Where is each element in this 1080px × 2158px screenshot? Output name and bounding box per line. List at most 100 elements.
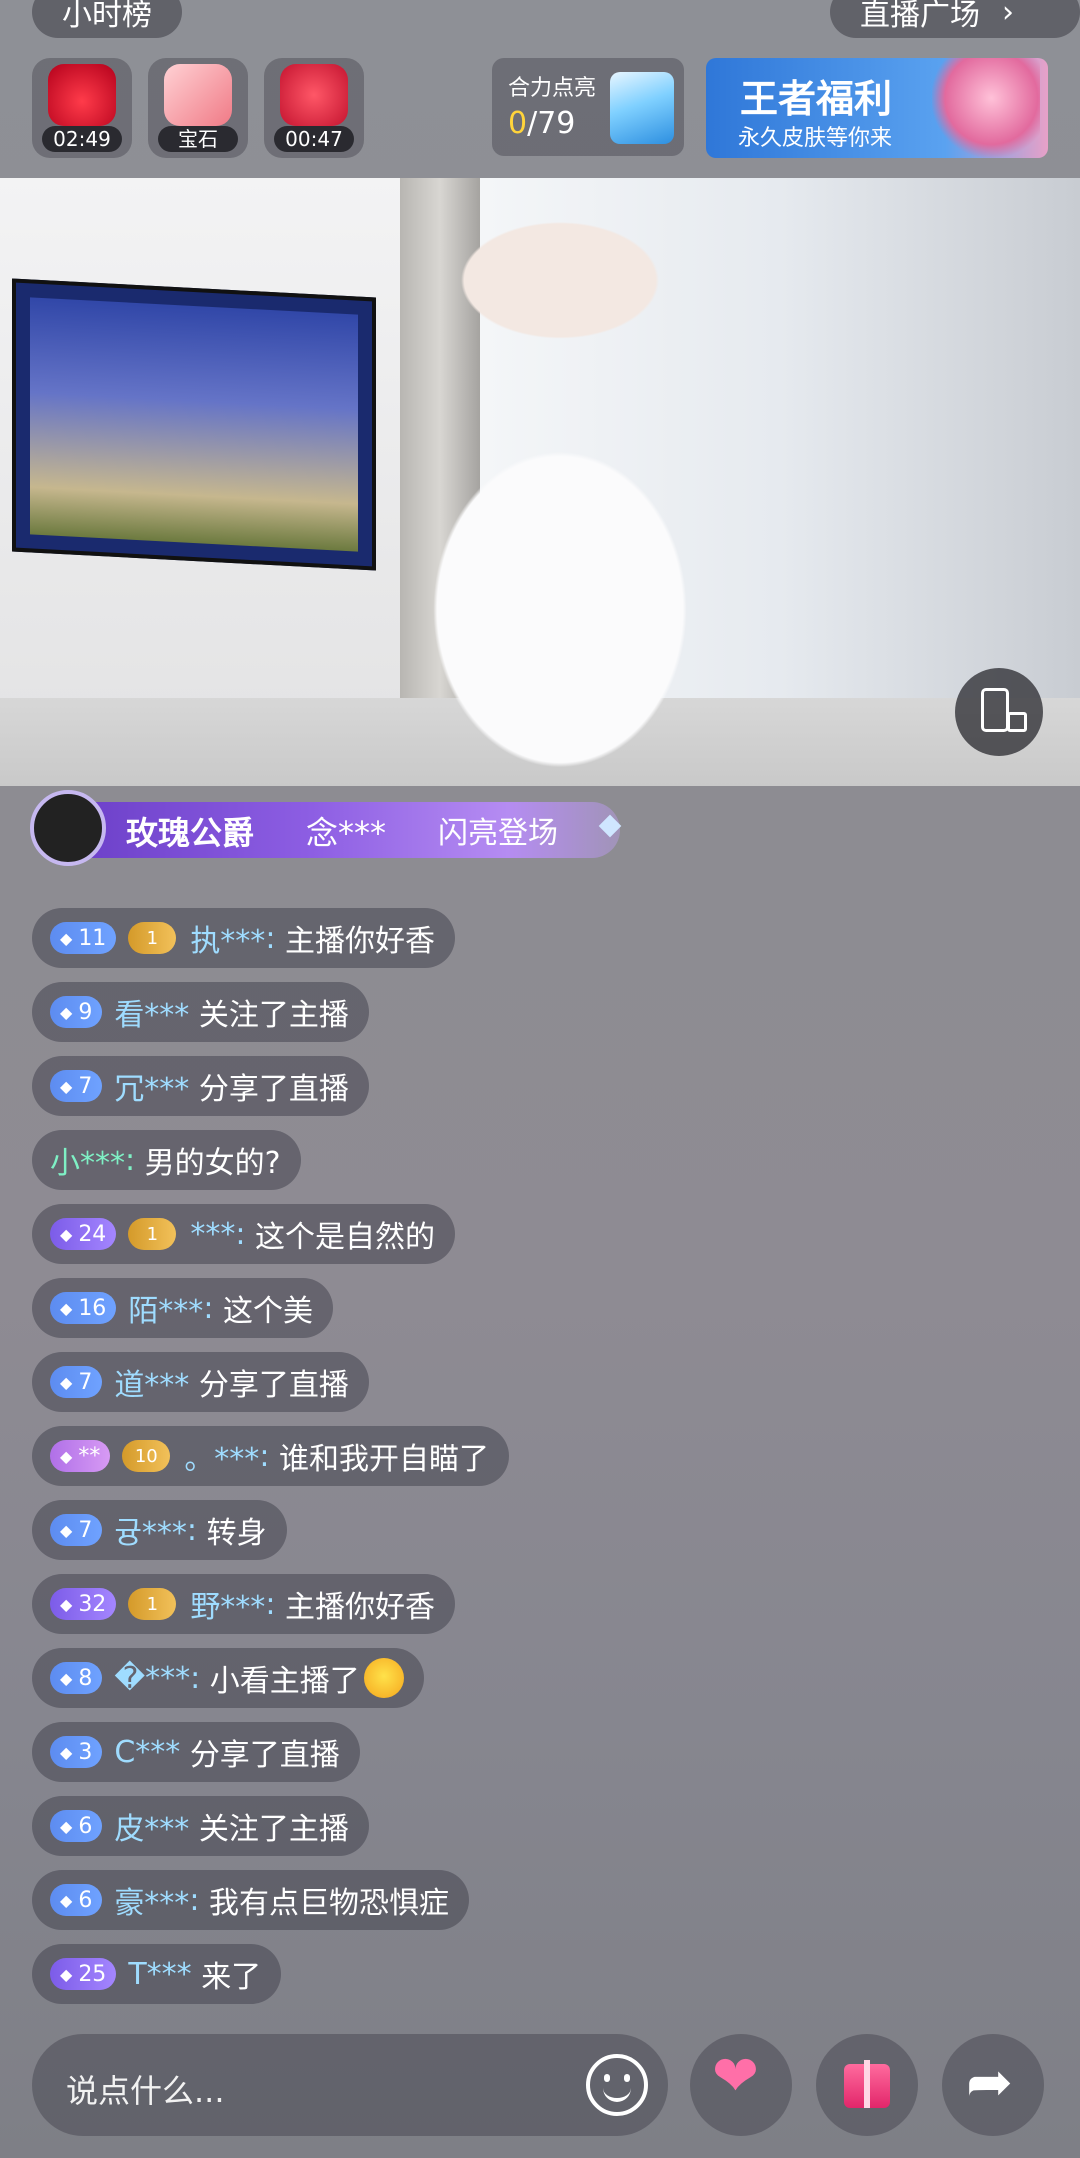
user-level-badge: ◆ 25 [50, 1958, 117, 1990]
red-lucky-bag-icon [48, 64, 116, 126]
chat-text: 小看主播了 [209, 1664, 360, 1699]
diamond-icon: ◆ [60, 1594, 73, 1614]
red-envelope-timer: 00:47 [274, 126, 354, 152]
user-level-badge: ◆ 7 [50, 1366, 103, 1398]
live-plaza-button[interactable]: 直播广场 › [830, 0, 1080, 38]
live-video-stream[interactable] [0, 178, 1080, 786]
hourly-rank-button[interactable]: 小时榜 [32, 0, 182, 38]
level-number: 16 [78, 1295, 107, 1321]
chat-text: 分享了直播 [198, 1072, 349, 1107]
user-level-badge: ◆ ** [50, 1440, 111, 1472]
chat-message[interactable]: ◆ 11 1 执***: 主播你好香 [32, 908, 455, 968]
level-number: 32 [78, 1591, 107, 1617]
level-number: 24 [78, 1221, 107, 1247]
chat-username[interactable]: 野*** [190, 1582, 265, 1626]
game-character-art [932, 58, 1040, 158]
chat-message[interactable]: ◆ 9 看*** 关注了主播 [32, 982, 369, 1042]
diamond-icon: ◆ [60, 1668, 73, 1688]
laughing-crying-emoji-icon [363, 1658, 404, 1698]
screen-rotate-icon[interactable] [955, 668, 1043, 756]
diamond-icon: ◆ [60, 1224, 73, 1244]
chat-message[interactable]: ◆ 32 1 野***: 主播你好香 [32, 1574, 455, 1634]
unite-current: 0 [508, 106, 528, 141]
chat-message[interactable]: ◆ 24 1 ***: 这个是自然的 [32, 1204, 455, 1264]
chat-message[interactable]: ◆ 7 道*** 分享了直播 [32, 1352, 369, 1412]
chat-username[interactable]: 귱*** [114, 1508, 187, 1552]
chat-separator: : [259, 1438, 279, 1474]
like-heart-button[interactable] [690, 2034, 792, 2136]
chat-username[interactable]: 豪*** [114, 1878, 189, 1922]
user-level-badge: ◆ 9 [50, 996, 103, 1028]
chat-text: 我有点巨物恐惧症 [208, 1886, 449, 1921]
entry-username[interactable]: 念*** [306, 808, 386, 854]
chat-separator: : [186, 1512, 207, 1548]
diamond-icon: ◆ [60, 1446, 73, 1466]
user-level-badge: ◆ 3 [50, 1736, 103, 1768]
emoji-smile-icon[interactable] [586, 2054, 648, 2116]
chat-username[interactable]: 。*** [184, 1434, 259, 1478]
user-level-badge: ◆ 7 [50, 1070, 103, 1102]
chat-message[interactable]: ◆ 6 皮*** 关注了主播 [32, 1796, 369, 1856]
chat-username[interactable]: 小*** [50, 1138, 125, 1182]
chat-separator: : [265, 920, 285, 956]
chat-separator: : [189, 1882, 209, 1918]
unite-progress: 0/79 [508, 106, 575, 141]
user-level-badge: ◆ 24 [50, 1218, 117, 1250]
chat-separator [189, 1069, 199, 1104]
chat-message[interactable]: ◆ 6 豪***: 我有点巨物恐惧症 [32, 1870, 469, 1930]
chat-message[interactable]: ◆ 16 陌***: 这个美 [32, 1278, 333, 1338]
fan-club-badge: 10 [122, 1440, 171, 1472]
gem-box[interactable]: 宝石 [148, 58, 248, 158]
lucky-bag-timer: 02:49 [42, 126, 122, 152]
chat-separator [189, 1809, 199, 1844]
gift-button[interactable] [816, 2034, 918, 2136]
comment-placeholder: 说点什么... [66, 2072, 225, 2110]
chat-username[interactable]: 皮*** [114, 1804, 189, 1848]
gem-label: 宝石 [158, 126, 238, 152]
user-level-badge: ◆ 6 [50, 1884, 103, 1916]
chat-username[interactable]: T*** [128, 1957, 191, 1992]
chat-message[interactable]: ◆ 3 C*** 分享了直播 [32, 1722, 360, 1782]
chat-separator [189, 1365, 199, 1400]
level-number: 9 [78, 999, 93, 1025]
diamond-icon: ◆ [60, 1742, 73, 1762]
chat-separator: : [235, 1216, 255, 1252]
share-button[interactable] [942, 2034, 1044, 2136]
unite-lightup-widget[interactable]: 合力点亮 0/79 [492, 58, 684, 156]
fan-club-badge: 1 [128, 1588, 177, 1620]
comment-input[interactable]: 说点什么... [32, 2034, 668, 2136]
red-envelope-box[interactable]: 00:47 [264, 58, 364, 158]
diamond-icon: ◆ [60, 1520, 73, 1540]
chat-text: 分享了直播 [198, 1368, 349, 1403]
chat-username[interactable]: 执*** [190, 916, 265, 960]
chat-username[interactable]: 道*** [114, 1360, 189, 1404]
chat-text: 谁和我开自瞄了 [278, 1442, 489, 1477]
diamond-icon: ◆ [60, 1076, 73, 1096]
diamond-icon: ◆ [60, 1298, 73, 1318]
king-welfare-banner[interactable]: 王者福利 永久皮肤等你来 [706, 58, 1048, 158]
user-level-badge: ◆ 7 [50, 1514, 103, 1546]
chat-text: 主播你好香 [284, 1590, 435, 1625]
chat-text: 主播你好香 [284, 924, 435, 959]
chat-message[interactable]: 小***: 男的女的? [32, 1130, 301, 1190]
chat-list[interactable]: ◆ 11 1 执***: 主播你好香 ◆ 9 看*** 关注了主播 ◆ 7 冗*** 分享了直播小… [32, 908, 752, 2018]
chat-text: 男的女的? [144, 1146, 281, 1181]
level-number: 25 [78, 1961, 107, 1987]
chat-username[interactable]: *** [190, 1217, 235, 1252]
chat-separator [180, 1735, 190, 1770]
chat-message[interactable]: ◆ 8 �***: 小看主播了 [32, 1648, 424, 1708]
chat-text: 来了 [201, 1960, 262, 1995]
chat-username[interactable]: 冗*** [114, 1064, 189, 1108]
chat-username[interactable]: 看*** [114, 990, 189, 1034]
chat-text: 这个是自然的 [254, 1220, 435, 1255]
chat-message[interactable]: ◆ 25 T*** 来了 [32, 1944, 282, 2004]
chat-username[interactable]: C*** [114, 1735, 180, 1770]
chat-message[interactable]: ◆ 7 冗*** 分享了直播 [32, 1056, 369, 1116]
chat-username[interactable]: 陌*** [128, 1286, 203, 1330]
lucky-bag-box[interactable]: 02:49 [32, 58, 132, 158]
chat-username[interactable]: �*** [114, 1661, 190, 1696]
chat-text: 关注了主播 [198, 998, 349, 1033]
chat-message[interactable]: ◆ ** 10 。***: 谁和我开自瞄了 [32, 1426, 509, 1486]
chat-message[interactable]: ◆ 7 귱***: 转身 [32, 1500, 287, 1560]
avatar[interactable] [30, 790, 106, 866]
